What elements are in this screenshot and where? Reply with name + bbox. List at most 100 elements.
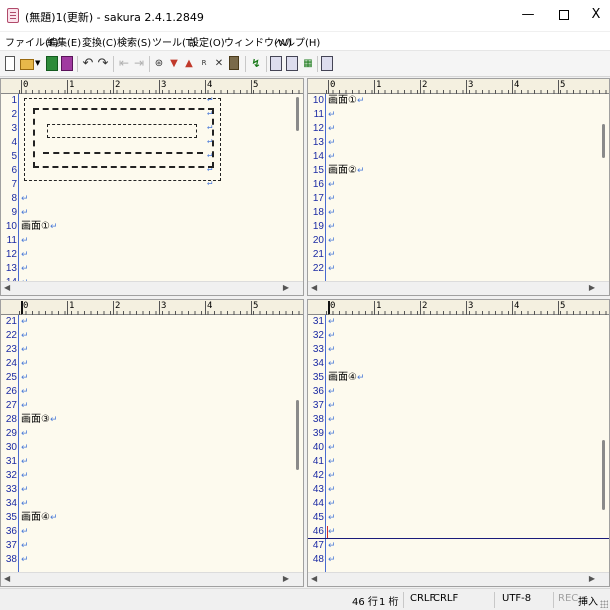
horizontal-scrollbar[interactable]: ◀ ▶ [308, 572, 609, 586]
open-file-icon[interactable] [20, 59, 34, 70]
jump-icon[interactable]: ↯ [249, 56, 263, 71]
scroll-right-icon[interactable]: ▶ [283, 283, 289, 292]
menu-help[interactable]: ヘルプ(H) [275, 34, 320, 49]
editor-line[interactable]: 39 ↵ [308, 427, 609, 441]
editor-line[interactable]: 31 ↵ [1, 455, 303, 469]
editor-line[interactable]: 12 ↵ [308, 122, 609, 136]
editor-line[interactable]: 19 ↵ [308, 220, 609, 234]
editor-line[interactable]: 32 ↵ [1, 469, 303, 483]
vertical-scroll-thumb[interactable] [296, 97, 299, 131]
scroll-left-icon[interactable]: ◀ [311, 574, 317, 583]
editor-line[interactable]: 35 画面④↵ [1, 511, 303, 525]
editor-line[interactable]: 13 ↵ [1, 262, 303, 276]
editor-line[interactable]: 41 ↵ [308, 455, 609, 469]
status-insert-mode[interactable]: 挿入 [578, 593, 598, 608]
editor-line[interactable]: 42 ↵ [308, 469, 609, 483]
editor-line[interactable]: 43 ↵ [308, 483, 609, 497]
editor-line[interactable]: 28 画面③↵ [1, 413, 303, 427]
editor-line[interactable]: 22 ↵ [308, 262, 609, 276]
menu-edit[interactable]: 編集(E) [47, 34, 81, 49]
editor-line[interactable]: 47 ↵ [308, 539, 609, 553]
scroll-left-icon[interactable]: ◀ [311, 283, 317, 292]
editor-line[interactable]: 8 ↵ [1, 192, 303, 206]
editor-line[interactable]: 34 ↵ [1, 497, 303, 511]
scroll-right-icon[interactable]: ▶ [589, 574, 595, 583]
editor-line[interactable]: 23 ↵ [1, 343, 303, 357]
editor-line[interactable]: 35 画面④↵ [308, 371, 609, 385]
status-encoding[interactable]: UTF-8 [502, 593, 531, 604]
editor-line[interactable]: 11 ↵ [308, 108, 609, 122]
editor-line[interactable]: 18 ↵ [308, 206, 609, 220]
editor-line[interactable]: 32 ↵ [308, 329, 609, 343]
status-eol-input[interactable]: CRLF [410, 593, 435, 604]
editor-line[interactable]: 30 ↵ [1, 441, 303, 455]
editor-line[interactable]: 40 ↵ [308, 441, 609, 455]
editor-line[interactable]: 26 ↵ [1, 385, 303, 399]
editor-line[interactable]: 17 ↵ [308, 192, 609, 206]
prev-bookmark-icon[interactable]: ⇤ [117, 56, 131, 71]
menu-convert[interactable]: 変換(C) [82, 34, 117, 49]
menu-settings[interactable]: 設定(O) [189, 34, 225, 49]
editor-line[interactable]: 27 ↵ [1, 399, 303, 413]
save-icon[interactable] [46, 56, 58, 71]
horizontal-scrollbar[interactable]: ◀ ▶ [1, 572, 303, 586]
editor-line[interactable]: 36 ↵ [308, 385, 609, 399]
grep-icon[interactable] [229, 56, 239, 70]
editor-line[interactable]: 36 ↵ [1, 525, 303, 539]
editor-line[interactable]: 38 ↵ [308, 413, 609, 427]
editor-line[interactable]: 33 ↵ [308, 343, 609, 357]
editor-line[interactable]: 37 ↵ [308, 399, 609, 413]
editor-line[interactable]: 31 ↵ [308, 315, 609, 329]
resize-grip-icon[interactable] [600, 600, 608, 608]
editor-line[interactable]: 21 ↵ [308, 248, 609, 262]
editor-line[interactable]: 10 画面①↵ [308, 94, 609, 108]
editor-line[interactable]: 34 ↵ [308, 357, 609, 371]
editor-line[interactable]: 16 ↵ [308, 178, 609, 192]
status-eol-file[interactable]: CRLF [433, 593, 458, 604]
replace-icon[interactable]: R [197, 56, 211, 71]
maximize-button[interactable] [548, 0, 580, 30]
editor-line[interactable]: 14 ↵ [308, 150, 609, 164]
clear-search-icon[interactable]: ✕ [212, 56, 226, 71]
horizontal-scrollbar[interactable]: ◀ ▶ [1, 281, 303, 295]
scroll-left-icon[interactable]: ◀ [4, 283, 10, 292]
editor-line[interactable]: 38 ↵ [1, 553, 303, 567]
editor-line[interactable]: 46 ↵ [308, 525, 609, 539]
editor-line[interactable]: 9 ↵ [1, 206, 303, 220]
editor-line[interactable]: 45 ↵ [308, 511, 609, 525]
editor-line[interactable]: 24 ↵ [1, 357, 303, 371]
editor-pane-bottom-left[interactable]: 012345 21 ↵ 22 ↵ 23 ↵ 24 ↵ 25 ↵ 26 ↵ 27 ↵ 28 画面③↵ 29 ↵ 30 ↵… [0, 299, 304, 587]
vertical-scroll-thumb[interactable] [602, 124, 605, 158]
undo-icon[interactable]: ↶ [81, 56, 95, 71]
editor-line[interactable]: 10 画面①↵ [1, 220, 303, 234]
editor-line[interactable]: 13 ↵ [308, 136, 609, 150]
find-icon[interactable]: ⊛ [152, 56, 166, 71]
editor-line[interactable]: 21 ↵ [1, 315, 303, 329]
editor-line[interactable]: 22 ↵ [1, 329, 303, 343]
editor-line[interactable]: 33 ↵ [1, 483, 303, 497]
editor-pane-top-right[interactable]: 012345 10 画面①↵ 11 ↵ 12 ↵ 13 ↵ 14 ↵ 15 画面②↵ 16 ↵ 17 ↵ 18 ↵… [307, 78, 610, 296]
editor-line[interactable]: 37 ↵ [1, 539, 303, 553]
type-settings-icon[interactable]: ▦ [301, 56, 315, 71]
outline-icon[interactable] [286, 56, 298, 71]
new-file-icon[interactable] [5, 56, 15, 71]
next-bookmark-icon[interactable]: ⇥ [132, 56, 146, 71]
scroll-left-icon[interactable]: ◀ [4, 574, 10, 583]
redo-icon[interactable]: ↷ [96, 56, 110, 71]
editor-line[interactable]: 48 ↵ [308, 553, 609, 567]
horizontal-scrollbar[interactable]: ◀ ▶ [308, 281, 609, 295]
scroll-right-icon[interactable]: ▶ [283, 574, 289, 583]
editor-line[interactable]: 29 ↵ [1, 427, 303, 441]
editor-line[interactable]: 15 画面②↵ [308, 164, 609, 178]
vertical-scroll-thumb[interactable] [602, 440, 605, 510]
close-button[interactable]: X [580, 0, 610, 30]
editor-line[interactable]: 20 ↵ [308, 234, 609, 248]
scroll-right-icon[interactable]: ▶ [589, 283, 595, 292]
editor-line[interactable]: 11 ↵ [1, 234, 303, 248]
save-all-icon[interactable] [61, 56, 73, 71]
menu-search[interactable]: 検索(S) [117, 34, 151, 49]
editor-line[interactable]: 44 ↵ [308, 497, 609, 511]
window-list-icon[interactable] [321, 56, 333, 71]
find-prev-icon[interactable]: ▲ [182, 56, 196, 71]
editor-pane-bottom-right[interactable]: 012345 31 ↵ 32 ↵ 33 ↵ 34 ↵ 35 画面④↵ 36 ↵ 37 ↵ 38 ↵ 39 ↵ 40 ↵… [307, 299, 610, 587]
